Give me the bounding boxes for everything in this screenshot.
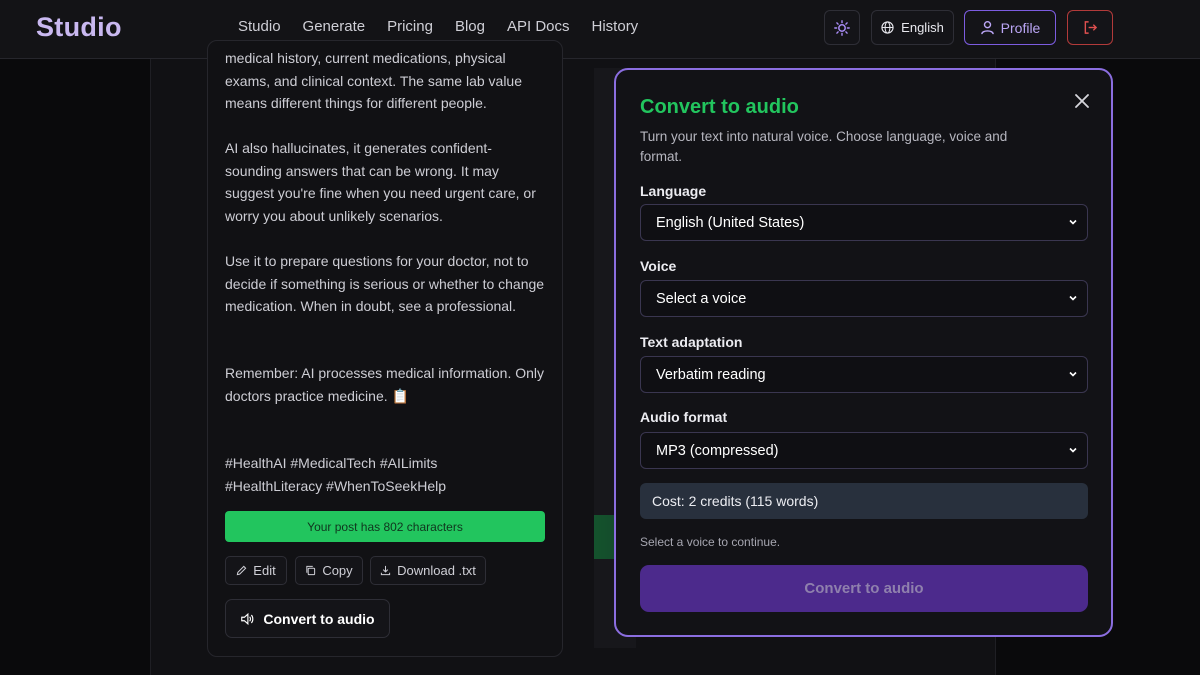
main-nav: Studio Generate Pricing Blog API Docs Hi… xyxy=(238,18,660,36)
logout-button[interactable] xyxy=(1067,10,1113,45)
theme-toggle-button[interactable] xyxy=(824,10,860,45)
logout-icon xyxy=(1084,21,1097,34)
language-select[interactable]: English (United States) xyxy=(640,204,1088,241)
edit-button[interactable]: Edit xyxy=(225,556,287,585)
adaptation-select-value: Verbatim reading xyxy=(656,366,766,383)
audio-format-select[interactable]: MP3 (compressed) xyxy=(640,432,1088,469)
modal-convert-button[interactable]: Convert to audio xyxy=(640,565,1088,612)
post-paragraph: Use it to prepare questions for your doc… xyxy=(225,253,545,314)
nav-studio[interactable]: Studio xyxy=(238,18,281,36)
language-label: English xyxy=(901,20,944,35)
top-header: Studio Studio Generate Pricing Blog API … xyxy=(0,0,1200,59)
profile-button[interactable]: Profile xyxy=(964,10,1056,45)
convert-to-audio-label: Convert to audio xyxy=(263,610,375,627)
sun-icon xyxy=(834,19,850,36)
post-hashtags: #HealthLiteracy #WhenToSeekHelp xyxy=(225,478,447,494)
nav-api-docs[interactable]: API Docs xyxy=(507,18,570,36)
language-field-label: Language xyxy=(640,183,707,199)
close-icon xyxy=(1075,94,1089,108)
user-icon xyxy=(980,20,994,35)
nav-history[interactable]: History xyxy=(592,18,639,36)
post-paragraph: AI also hallucinates, it generates confi… xyxy=(225,140,536,224)
post-hashtags: #HealthAI #MedicalTech #AILimits xyxy=(225,455,438,471)
copy-label: Copy xyxy=(322,563,353,578)
download-label: Download .txt xyxy=(397,563,476,578)
download-button[interactable]: Download .txt xyxy=(370,556,486,585)
chevron-down-icon xyxy=(1069,295,1077,301)
convert-audio-modal: Convert to audio Turn your text into nat… xyxy=(614,68,1113,637)
studio-logo[interactable]: Studio xyxy=(36,12,122,43)
adaptation-field-label: Text adaptation xyxy=(640,334,743,350)
pencil-icon xyxy=(237,565,247,576)
post-paragraph: medical history, current medications, ph… xyxy=(225,50,523,111)
modal-title: Convert to audio xyxy=(640,96,799,118)
character-count-banner: Your post has 802 characters xyxy=(225,511,545,542)
copy-icon xyxy=(306,565,316,576)
modal-subtitle: Turn your text into natural voice. Choos… xyxy=(640,129,1008,164)
download-icon xyxy=(380,565,391,576)
convert-to-audio-button[interactable]: Convert to audio xyxy=(225,599,390,638)
close-button[interactable] xyxy=(1071,90,1093,112)
voice-select-value: Select a voice xyxy=(656,290,747,307)
speaker-icon xyxy=(241,612,254,625)
language-select-value: English (United States) xyxy=(656,214,805,231)
chevron-down-icon xyxy=(1069,371,1077,377)
nav-generate[interactable]: Generate xyxy=(303,18,366,36)
profile-label: Profile xyxy=(1000,19,1041,36)
chevron-down-icon xyxy=(1069,447,1077,453)
voice-hint: Select a voice to continue. xyxy=(640,535,781,549)
nav-blog[interactable]: Blog xyxy=(455,18,485,36)
globe-icon xyxy=(881,21,894,34)
text-adaptation-select[interactable]: Verbatim reading xyxy=(640,356,1088,393)
edit-label: Edit xyxy=(253,563,276,578)
voice-select[interactable]: Select a voice xyxy=(640,280,1088,317)
chevron-down-icon xyxy=(1069,219,1077,225)
voice-field-label: Voice xyxy=(640,258,677,274)
nav-pricing[interactable]: Pricing xyxy=(387,18,433,36)
format-select-value: MP3 (compressed) xyxy=(656,442,779,459)
cost-summary: Cost: 2 credits (115 words) xyxy=(640,483,1088,519)
copy-button[interactable]: Copy xyxy=(295,556,363,585)
format-field-label: Audio format xyxy=(640,409,728,425)
post-paragraph: Remember: AI processes medical informati… xyxy=(225,365,545,404)
language-button[interactable]: English xyxy=(871,10,954,45)
